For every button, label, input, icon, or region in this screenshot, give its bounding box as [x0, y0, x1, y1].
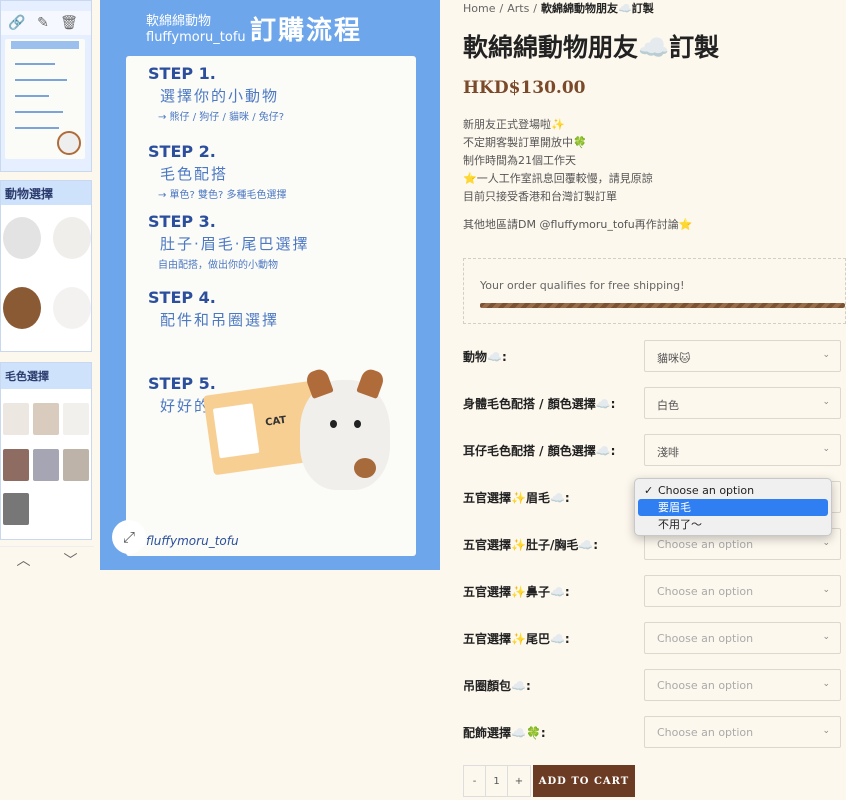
thumbnail-animal-selection[interactable]: 動物選擇 — [0, 180, 92, 352]
chevron-down-icon: ⌄ — [822, 726, 830, 736]
animal-select[interactable]: 貓咪🐱 ⌄ — [644, 340, 841, 372]
chevron-down-icon: ⌄ — [822, 397, 830, 407]
dropdown-option-choose[interactable]: ✓ Choose an option — [638, 482, 828, 499]
tail-select[interactable]: Choose an option ⌄ — [644, 622, 841, 654]
thumbnail-color-selection[interactable]: 毛色選擇 — [0, 362, 92, 540]
product-title: 軟綿綿動物朋友☁️訂製 — [463, 33, 720, 62]
edit-icon[interactable]: ✎ — [33, 13, 53, 33]
main-product-image[interactable]: 軟綿綿動物 fluffymoru_tofu 訂購流程 STEP 1. 選擇你的小… — [100, 0, 440, 570]
body-color-select[interactable]: 白色 ⌄ — [644, 387, 841, 419]
chevron-down-icon: ⌄ — [822, 350, 830, 360]
option-row-animal: 動物☁️: 貓咪🐱 ⌄ — [463, 340, 843, 372]
chevron-down-icon[interactable]: ﹀ — [64, 550, 78, 570]
image-title: 訂購流程 — [250, 16, 363, 46]
option-row-ear-color: 耳仔毛色配搭 / 顏色選擇☁️: 淺啡 ⌄ — [463, 434, 843, 466]
shipping-progress-bar — [480, 303, 845, 308]
thumbnail-order-process[interactable]: 🔗 ✎ 🗑 — [0, 0, 92, 172]
thumbnail-preview — [5, 39, 85, 159]
shipping-text: Your order qualifies for free shipping! — [480, 279, 685, 292]
thumbnail-title: 動物選擇 — [1, 181, 91, 205]
product-price: HKD$130.00 — [463, 78, 586, 98]
option-row-tail: 五官選擇✨尾巴☁️: Choose an option ⌄ — [463, 622, 843, 654]
quantity-input[interactable]: 1 — [486, 766, 508, 796]
breadcrumb-home[interactable]: Home — [463, 2, 495, 15]
quantity-increment-button[interactable]: + — [508, 766, 530, 796]
quantity-decrement-button[interactable]: - — [464, 766, 486, 796]
chevron-up-icon[interactable]: ︿ — [17, 550, 31, 570]
option-row-keyring: 吊圈顏包☁️: Choose an option ⌄ — [463, 669, 843, 701]
eyebrow-dropdown-menu: ✓ Choose an option 要眉毛 不用了～ — [634, 478, 832, 536]
chevron-down-icon: ⌄ — [822, 538, 830, 548]
image-brand-line1: 軟綿綿動物 — [146, 14, 212, 29]
chevron-down-icon: ⌄ — [822, 444, 830, 454]
breadcrumb-category[interactable]: Arts — [507, 2, 529, 15]
image-brand-line2: fluffymoru_tofu — [146, 30, 246, 45]
add-to-cart-button[interactable]: ADD TO CART — [533, 765, 635, 797]
trash-icon[interactable]: 🗑 — [59, 13, 79, 33]
ear-color-select[interactable]: 淺啡 ⌄ — [644, 434, 841, 466]
check-icon: ✓ — [644, 484, 654, 497]
free-shipping-notice: Your order qualifies for free shipping! — [463, 258, 846, 324]
chevron-down-icon: ⌄ — [822, 585, 830, 595]
image-toolbar: 🔗 ✎ 🗑 — [1, 11, 91, 35]
link-icon[interactable]: 🔗 — [7, 13, 27, 33]
option-row-body-color: 身體毛色配搭 / 顏色選擇☁️: 白色 ⌄ — [463, 387, 843, 419]
product-description: 新朋友正式登場啦✨ 不定期客製訂單開放中🍀 制作時間為21個工作天 ⭐️一人工作… — [463, 118, 693, 231]
accessory-select[interactable]: Choose an option ⌄ — [644, 716, 841, 748]
image-header: 軟綿綿動物 fluffymoru_tofu 訂購流程 — [100, 0, 440, 56]
chevron-down-icon: ⌄ — [822, 679, 830, 689]
chevron-down-icon: ⌄ — [822, 632, 830, 642]
dropdown-option-yes[interactable]: 要眉毛 — [638, 499, 828, 516]
thumbnail-nav: ︿ ﹀ — [0, 546, 94, 570]
step-4: STEP 4. 配件和吊圈選擇 — [148, 288, 280, 329]
dropdown-option-no[interactable]: 不用了～ — [638, 516, 828, 533]
step-3: STEP 3. 肚子·眉毛·尾巴選擇 自由配搭，做出你的小動物 — [148, 212, 310, 271]
step-2: STEP 2. 毛色配搭 → 單色? 雙色? 多種毛色選擇 — [148, 142, 287, 201]
keyring-select[interactable]: Choose an option ⌄ — [644, 669, 841, 701]
breadcrumb: Home / Arts / 軟綿綿動物朋友☁️訂製 — [463, 2, 654, 15]
image-footer: fluffymoru_tofu — [146, 534, 239, 548]
step-1: STEP 1. 選擇你的小動物 → 熊仔 / 狗仔 / 貓咪 / 兔仔? — [148, 64, 285, 123]
plush-cat-photo — [300, 367, 390, 490]
option-row-accessory: 配飾選擇☁️🍀: Choose an option ⌄ — [463, 716, 843, 748]
card-label: CAT — [264, 414, 288, 429]
thumbnail-gallery: 🔗 ✎ 🗑 動物選擇 毛色選擇 ︿ ﹀ — [0, 0, 94, 570]
nose-select[interactable]: Choose an option ⌄ — [644, 575, 841, 607]
thumbnail-title: 毛色選擇 — [1, 363, 91, 389]
breadcrumb-current: 軟綿綿動物朋友☁️訂製 — [541, 2, 654, 15]
expand-icon[interactable]: ⤢ — [112, 520, 146, 554]
quantity-stepper: - 1 + — [463, 765, 531, 797]
option-row-nose: 五官選擇✨鼻子☁️: Choose an option ⌄ — [463, 575, 843, 607]
